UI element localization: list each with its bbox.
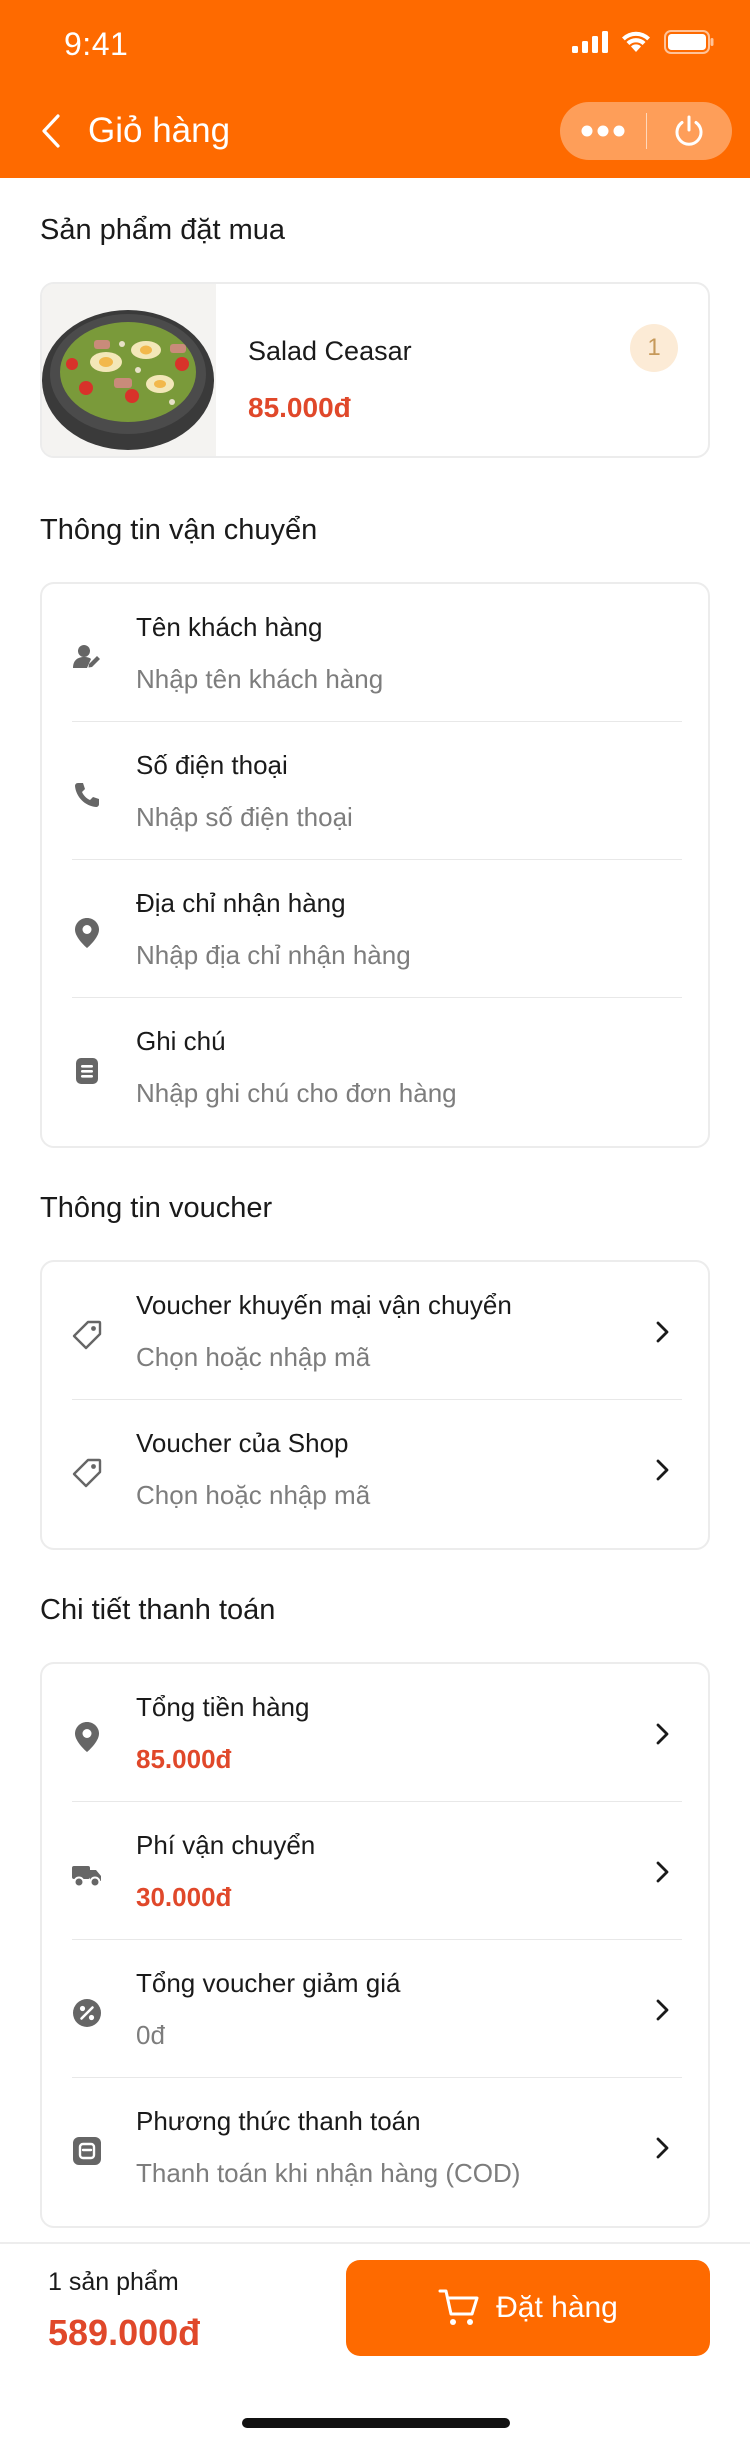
app-header: 9:41 Giỏ hàng [0,0,750,178]
location-pin-icon [70,916,104,950]
user-icon [70,640,104,674]
battery-icon [664,30,714,54]
field-label: Địa chỉ nhận hàng [136,888,346,918]
voucher-discount-row[interactable]: Tổng voucher giảm giá 0đ [42,1940,708,2078]
field-placeholder: Nhập tên khách hàng [136,664,384,694]
shipping-voucher-row[interactable]: Voucher khuyến mại vận chuyển Chọn hoặc … [42,1262,708,1400]
wifi-icon [622,31,650,52]
product-name: Salad Ceasar [248,336,412,366]
section-title-voucher: Thông tin voucher [40,1192,273,1224]
payment-method-row[interactable]: Phương thức thanh toán Thanh toán khi nh… [42,2078,708,2216]
payment-label: Tổng tiền hàng [136,1692,310,1722]
voucher-value: Chọn hoặc nhập mã [136,1342,371,1372]
delivery-address-field[interactable]: Địa chỉ nhận hàng Nhập địa chỉ nhận hàng [42,860,708,998]
quantity-badge: 1 [630,324,678,372]
page-title: Giỏ hàng [88,111,231,150]
field-label: Số điện thoại [136,750,288,780]
more-dots-icon [581,125,625,137]
section-title-payment: Chi tiết thanh toán [40,1594,276,1626]
customer-name-field[interactable]: Tên khách hàng Nhập tên khách hàng [42,584,708,722]
chevron-right-icon [650,1996,674,2024]
chevron-right-icon [650,1456,674,1484]
shipping-info-card: Tên khách hàng Nhập tên khách hàng Số đi… [40,582,710,1148]
location-pin-icon [70,1720,104,1754]
payment-value: 30.000đ [136,1882,232,1912]
note-icon [70,1054,104,1088]
chevron-right-icon [650,2134,674,2162]
place-order-button[interactable]: Đặt hàng [346,2260,710,2356]
field-label: Ghi chú [136,1026,226,1056]
status-bar: 9:41 [0,0,750,90]
product-card[interactable]: Salad Ceasar 85.000đ 1 [40,282,710,458]
note-field[interactable]: Ghi chú Nhập ghi chú cho đơn hàng [42,998,708,1136]
shipping-fee-row[interactable]: Phí vận chuyển 30.000đ [42,1802,708,1940]
payment-detail-card: Tổng tiền hàng 85.000đ Phí vận chuyển 30… [40,1662,710,2228]
mini-app-capsule [560,102,732,160]
cellular-signal-icon [572,31,608,53]
back-button[interactable] [28,108,74,154]
payment-value: Thanh toán khi nhận hàng (COD) [136,2158,521,2188]
payment-label: Tổng voucher giảm giá [136,1968,401,1998]
product-price: 85.000đ [248,392,351,423]
payment-label: Phí vận chuyển [136,1830,316,1860]
subtotal-row[interactable]: Tổng tiền hàng 85.000đ [42,1664,708,1802]
payment-value: 85.000đ [136,1744,232,1774]
field-label: Tên khách hàng [136,612,323,642]
status-icons [572,30,714,54]
chevron-right-icon [650,1858,674,1886]
status-time: 9:41 [64,26,129,62]
field-placeholder: Nhập ghi chú cho đơn hàng [136,1078,457,1108]
place-order-label: Đặt hàng [496,2291,618,2324]
checkout-bar: 1 sản phẩm 589.000đ Đặt hàng [0,2242,750,2438]
phone-number-field[interactable]: Số điện thoại Nhập số điện thoại [42,722,708,860]
power-icon [675,115,703,146]
home-indicator [242,2418,510,2428]
phone-icon [70,778,104,812]
voucher-label: Voucher của Shop [136,1428,349,1458]
shop-voucher-row[interactable]: Voucher của Shop Chọn hoặc nhập mã [42,1400,708,1538]
chevron-right-icon [650,1318,674,1346]
section-title-shipping: Thông tin vận chuyển [40,514,318,546]
tag-icon [70,1456,104,1490]
payment-value: 0đ [136,2020,165,2050]
chevron-right-icon [650,1720,674,1748]
chevron-left-icon [42,114,60,148]
more-button[interactable] [560,102,646,160]
voucher-value: Chọn hoặc nhập mã [136,1480,371,1510]
nav-bar: Giỏ hàng [0,96,750,168]
field-placeholder: Nhập địa chỉ nhận hàng [136,940,411,970]
tag-icon [70,1318,104,1352]
product-image [42,284,216,456]
voucher-label: Voucher khuyến mại vận chuyển [136,1290,512,1320]
field-placeholder: Nhập số điện thoại [136,802,353,832]
discount-icon [70,1996,104,2030]
wallet-icon [70,2134,104,2168]
salad-image [42,284,216,456]
section-title-products: Sản phẩm đặt mua [40,214,286,246]
delivery-truck-icon [70,1858,104,1892]
close-app-button[interactable] [647,102,733,160]
cart-icon [438,2289,479,2325]
voucher-card: Voucher khuyến mại vận chuyển Chọn hoặc … [40,1260,710,1550]
payment-label: Phương thức thanh toán [136,2106,421,2136]
item-count: 1 sản phẩm [48,2268,179,2296]
order-total: 589.000đ [48,2312,201,2353]
